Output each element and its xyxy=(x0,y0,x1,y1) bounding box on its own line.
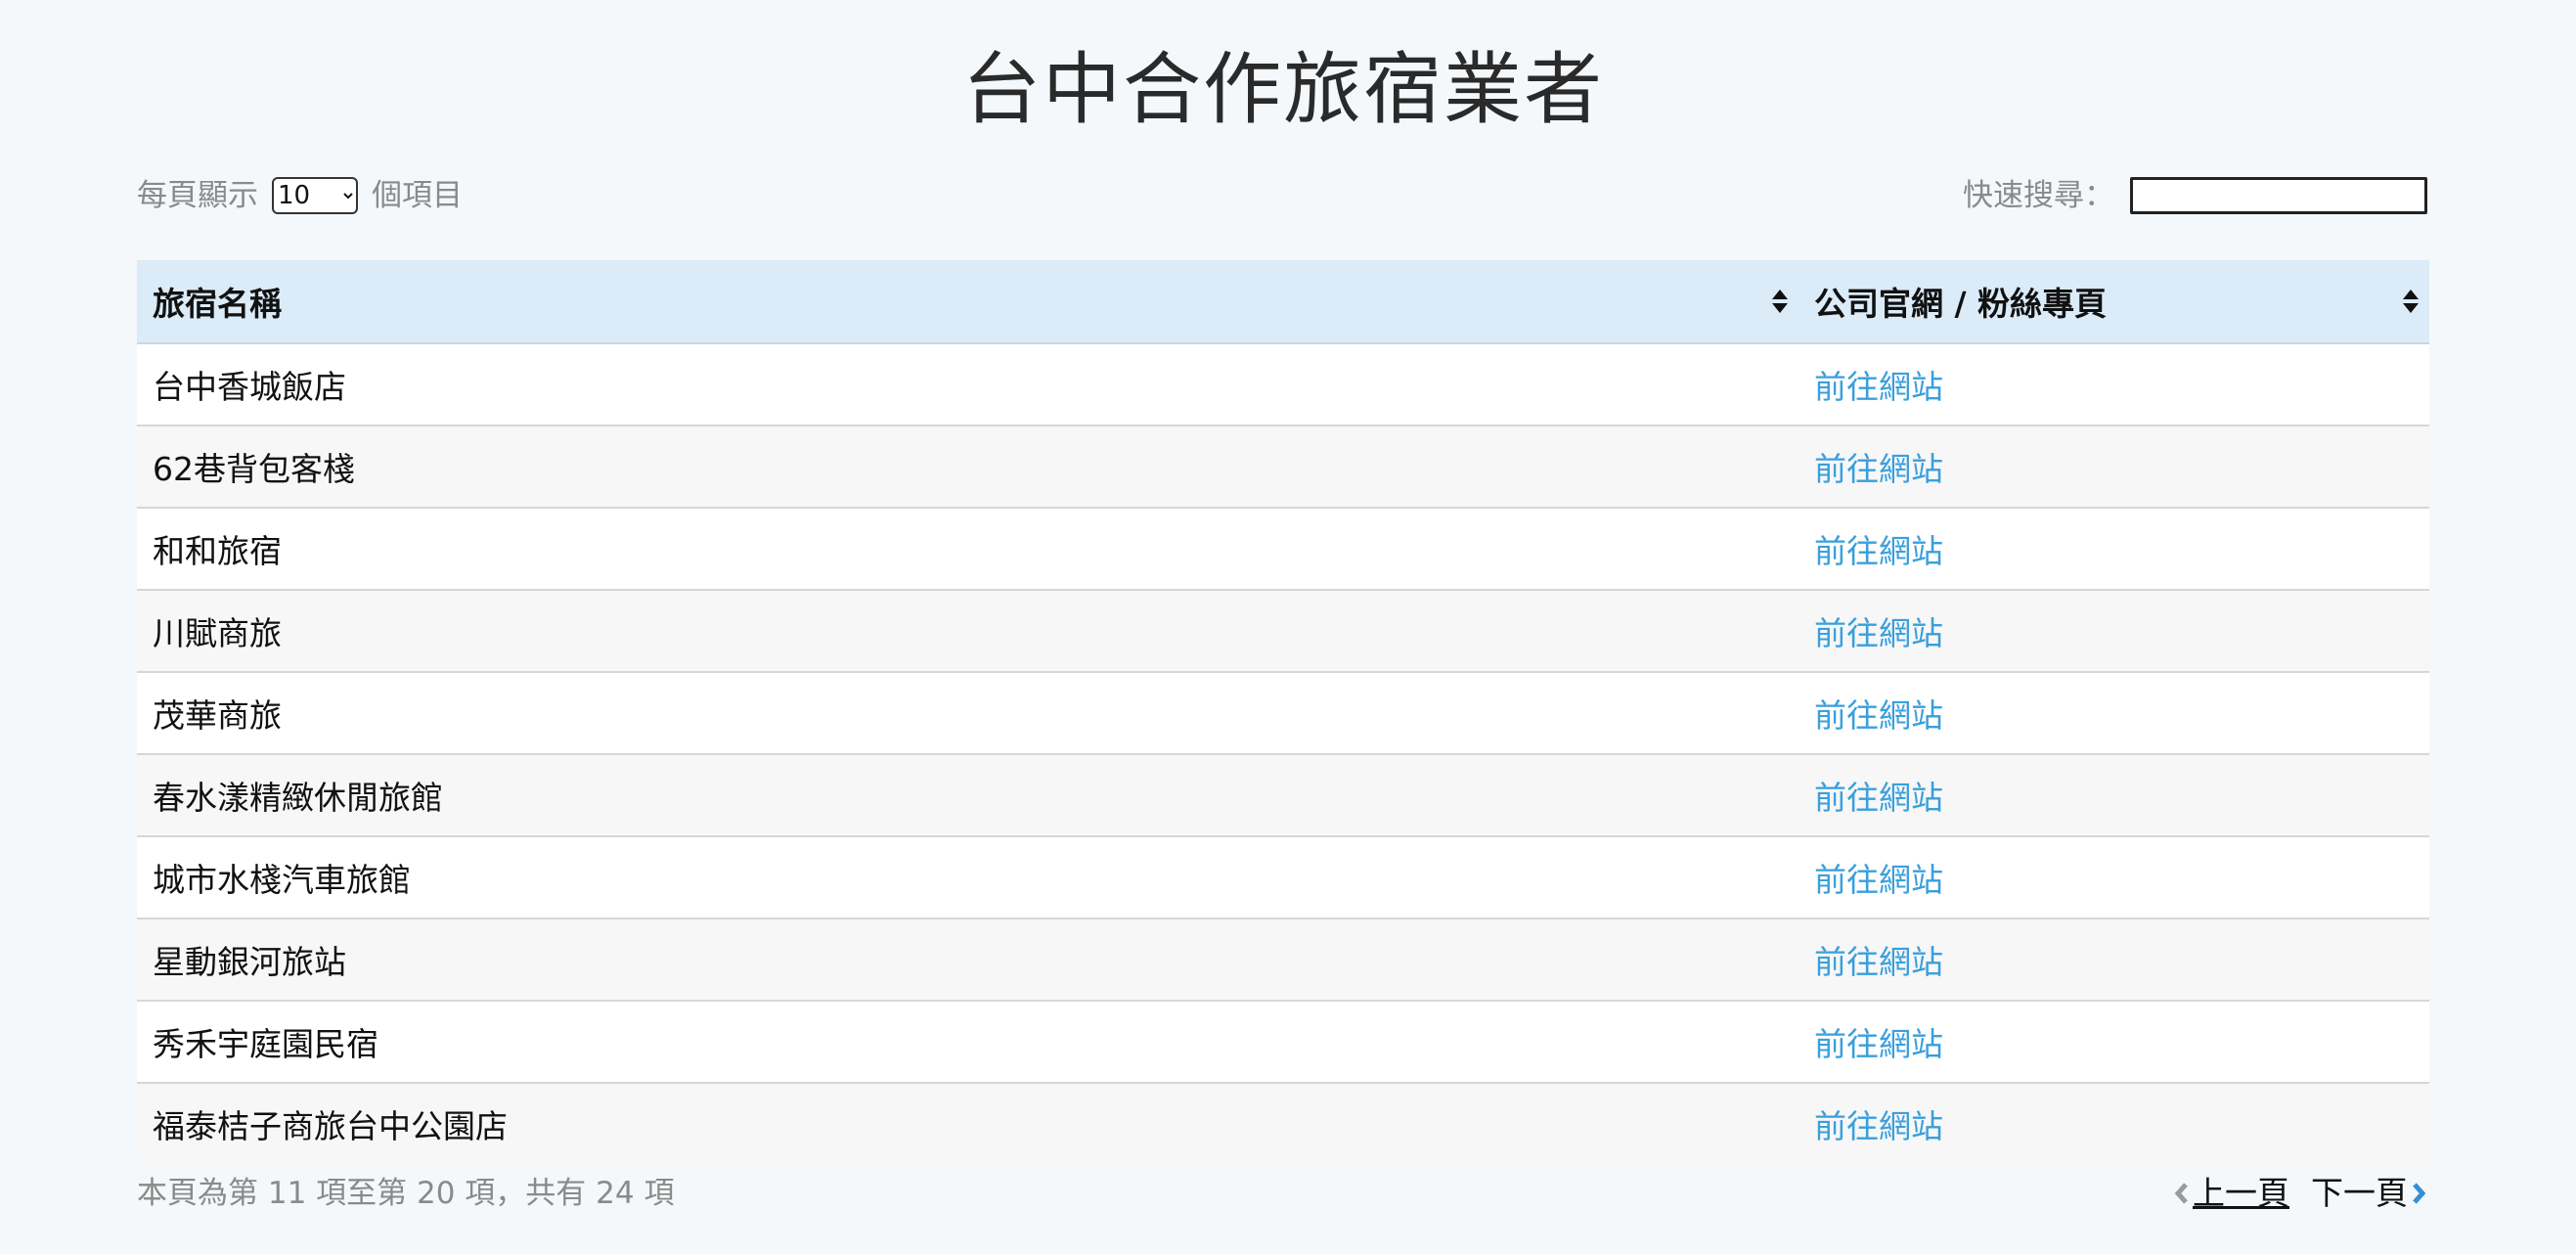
table-row: 川賦商旅 前往網站 xyxy=(137,590,2429,673)
quick-search: 快速搜尋： xyxy=(1963,166,2429,225)
website-link[interactable]: 前往網站 xyxy=(1814,368,1943,406)
website-link[interactable]: 前往網站 xyxy=(1814,861,1943,899)
hotel-name-cell: 川賦商旅 xyxy=(137,590,1799,673)
hotel-name-cell: 茂華商旅 xyxy=(137,672,1799,755)
hotel-name-cell: 62巷背包客棧 xyxy=(137,425,1799,509)
hotel-name-cell: 星動銀河旅站 xyxy=(137,918,1799,1002)
hotel-name-cell: 秀禾宇庭園民宿 xyxy=(137,1001,1799,1084)
previous-page-label: 上一頁 xyxy=(2193,1174,2289,1212)
sort-both-icon xyxy=(2403,290,2419,313)
page-length-control: 每頁顯示 10 個項目 xyxy=(137,166,463,225)
table-row: 福泰桔子商旅台中公園店 前往網站 xyxy=(137,1083,2429,1164)
website-cell: 前往網站 xyxy=(1799,836,2429,919)
pagination: 上一頁 下一頁 xyxy=(2171,1172,2429,1215)
quick-search-label: 快速搜尋： xyxy=(1963,178,2114,213)
table-row: 城市水棧汽車旅館 前往網站 xyxy=(137,836,2429,919)
next-page-label: 下一頁 xyxy=(2311,1174,2408,1212)
table-info: 本頁為第 11 項至第 20 項，共有 24 項 xyxy=(137,1176,675,1211)
page-container: 台中合作旅宿業者 每頁顯示 10 個項目 快速搜尋： xyxy=(137,0,2429,225)
hotel-name-cell: 春水漾精緻休閒旅館 xyxy=(137,754,1799,837)
table-row: 秀禾宇庭園民宿 前往網站 xyxy=(137,1001,2429,1084)
hotel-table: 旅宿名稱 公司官網 / 粉絲專頁 台中香城飯店 前往網站 62巷背包客棧 前往網… xyxy=(137,260,2429,1164)
column-header-name-label: 旅宿名稱 xyxy=(153,285,282,323)
website-link[interactable]: 前往網站 xyxy=(1814,1025,1943,1063)
website-link[interactable]: 前往網站 xyxy=(1814,614,1943,652)
table-row: 62巷背包客棧 前往網站 xyxy=(137,425,2429,509)
previous-page-button[interactable]: 上一頁 xyxy=(2171,1172,2289,1215)
page-title: 台中合作旅宿業者 xyxy=(962,44,1604,135)
column-header-website-label: 公司官網 / 粉絲專頁 xyxy=(1814,285,2108,323)
hotel-name-cell: 城市水棧汽車旅館 xyxy=(137,836,1799,919)
website-cell: 前往網站 xyxy=(1799,1001,2429,1084)
page-length-suffix: 個項目 xyxy=(372,178,463,213)
chevron-right-icon xyxy=(2413,1183,2426,1204)
column-header-website[interactable]: 公司官網 / 粉絲專頁 xyxy=(1799,260,2429,344)
table-row: 春水漾精緻休閒旅館 前往網站 xyxy=(137,754,2429,837)
page-length-prefix: 每頁顯示 xyxy=(137,178,258,213)
quick-search-input[interactable] xyxy=(2130,177,2427,214)
table-row: 和和旅宿 前往網站 xyxy=(137,508,2429,591)
website-link[interactable]: 前往網站 xyxy=(1814,696,1943,735)
website-link[interactable]: 前往網站 xyxy=(1814,943,1943,981)
column-header-name[interactable]: 旅宿名稱 xyxy=(137,260,1799,344)
website-link[interactable]: 前往網站 xyxy=(1814,532,1943,570)
website-link[interactable]: 前往網站 xyxy=(1814,1107,1943,1145)
website-link[interactable]: 前往網站 xyxy=(1814,779,1943,817)
table-header-row: 旅宿名稱 公司官網 / 粉絲專頁 xyxy=(137,260,2429,344)
page-length-select[interactable]: 10 xyxy=(272,177,358,214)
website-cell: 前往網站 xyxy=(1799,1083,2429,1164)
table-row: 星動銀河旅站 前往網站 xyxy=(137,918,2429,1002)
next-page-button[interactable]: 下一頁 xyxy=(2311,1172,2429,1215)
website-link[interactable]: 前往網站 xyxy=(1814,450,1943,488)
chevron-left-icon xyxy=(2174,1183,2188,1204)
hotel-name-cell: 台中香城飯店 xyxy=(137,343,1799,426)
website-cell: 前往網站 xyxy=(1799,508,2429,591)
table-row: 茂華商旅 前往網站 xyxy=(137,672,2429,755)
website-cell: 前往網站 xyxy=(1799,672,2429,755)
website-cell: 前往網站 xyxy=(1799,918,2429,1002)
website-cell: 前往網站 xyxy=(1799,425,2429,509)
table-row: 台中香城飯店 前往網站 xyxy=(137,343,2429,426)
table-controls: 每頁顯示 10 個項目 快速搜尋： xyxy=(137,166,2429,225)
hotel-name-cell: 和和旅宿 xyxy=(137,508,1799,591)
sort-both-icon xyxy=(1772,290,1788,313)
hotel-name-cell: 福泰桔子商旅台中公園店 xyxy=(137,1083,1799,1164)
website-cell: 前往網站 xyxy=(1799,590,2429,673)
website-cell: 前往網站 xyxy=(1799,754,2429,837)
website-cell: 前往網站 xyxy=(1799,343,2429,426)
